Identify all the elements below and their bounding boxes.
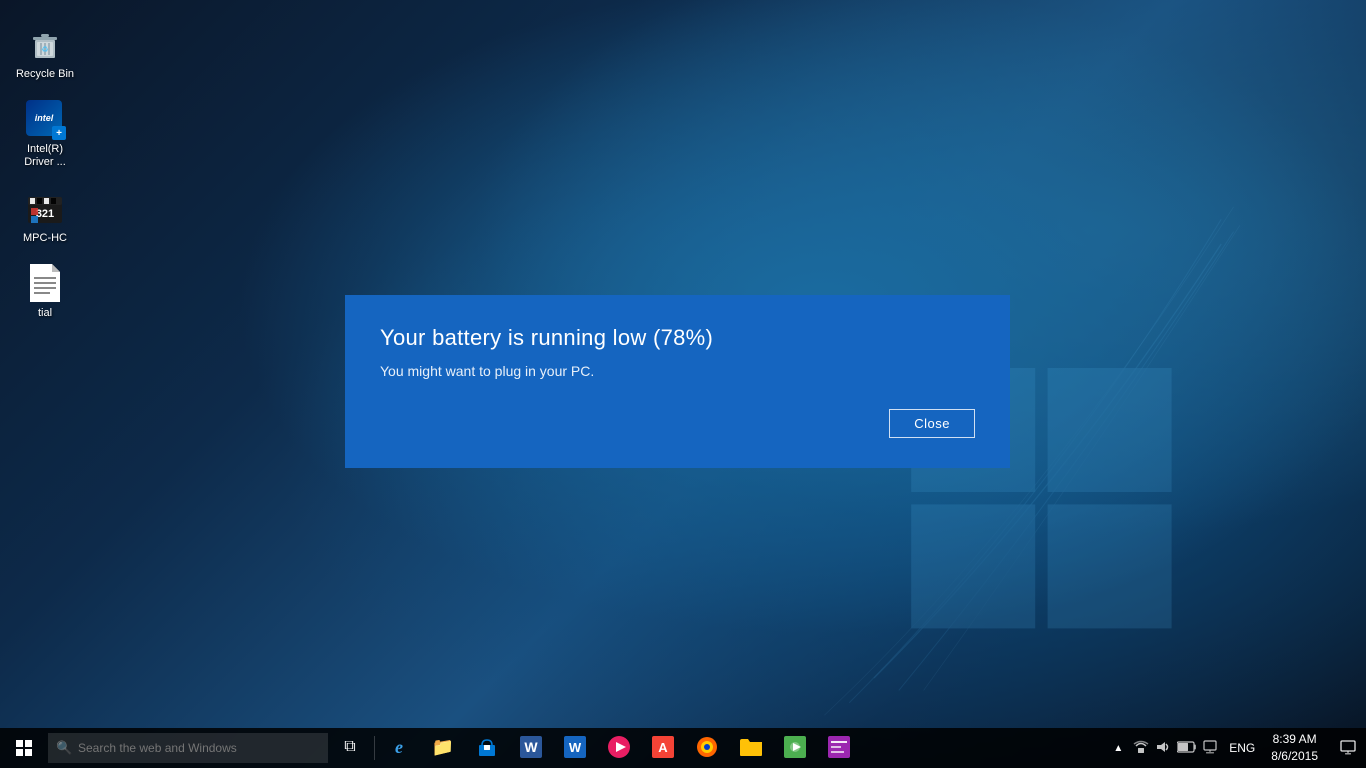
taskbar-divider (374, 736, 375, 760)
file-explorer-icon: 📁 (432, 737, 454, 758)
svg-text:W: W (569, 740, 582, 755)
taskbar: 🔍 ⧉ e 📁 W W (0, 728, 1366, 768)
task-view-icon: ⧉ (344, 738, 355, 756)
notification-body: You might want to plug in your PC. (380, 363, 975, 379)
action-center-icon[interactable] (1203, 740, 1217, 757)
mpc-hc-label: MPC-HC (23, 232, 67, 245)
windows-start-icon (16, 740, 32, 756)
notification-center-icon (1340, 740, 1356, 756)
taskbar-wordpad[interactable]: W (553, 728, 597, 768)
media-player-icon (608, 736, 630, 758)
adobe-icon: A (652, 736, 674, 758)
svg-text:♻: ♻ (41, 45, 48, 54)
recycle-bin-icon[interactable]: ♻ Recycle Bin (8, 20, 82, 85)
taskbar-folder[interactable] (729, 728, 773, 768)
battery-notification-dialog: Your battery is running low (78%) You mi… (345, 295, 1010, 468)
clock-date: 8/6/2015 (1271, 748, 1318, 765)
mpc-hc-image: 321 (25, 188, 65, 228)
folder-icon (739, 737, 763, 757)
volume-icon[interactable] (1155, 740, 1171, 757)
search-input[interactable] (48, 733, 328, 763)
tial-icon[interactable]: tial (8, 259, 82, 324)
svg-text:321: 321 (36, 208, 54, 220)
show-hidden-icons-button[interactable]: ▲ (1109, 743, 1127, 754)
notification-title: Your battery is running low (78%) (380, 325, 975, 351)
notification-actions: Close (380, 409, 975, 438)
clock-time: 8:39 AM (1273, 731, 1317, 748)
system-tray: ▲ (1101, 728, 1366, 768)
store-icon (477, 737, 497, 757)
taskbar-media[interactable] (597, 728, 641, 768)
taskbar-news[interactable] (817, 728, 861, 768)
taskbar-media2[interactable] (773, 728, 817, 768)
edge-icon: e (395, 737, 403, 758)
tial-image (25, 263, 65, 303)
taskbar-edge[interactable]: e (377, 728, 421, 768)
media2-icon (784, 736, 806, 758)
taskbar-word[interactable]: W (509, 728, 553, 768)
taskbar-firefox[interactable] (685, 728, 729, 768)
recycle-bin-image: ♻ (25, 24, 65, 64)
intel-driver-icon[interactable]: intel + Intel(R)Driver ... (8, 95, 82, 173)
taskbar-file-explorer[interactable]: 📁 (421, 728, 465, 768)
intel-driver-label: Intel(R)Driver ... (24, 143, 66, 169)
taskbar-task-view[interactable]: ⧉ (328, 728, 372, 768)
close-button[interactable]: Close (889, 409, 975, 438)
notification-center-button[interactable] (1330, 728, 1366, 768)
recycle-bin-label: Recycle Bin (16, 68, 74, 81)
desktop-icons-container: ♻ Recycle Bin intel + Intel(R)Driver ... (0, 10, 90, 334)
network-icon[interactable] (1133, 740, 1149, 757)
svg-text:A: A (658, 740, 668, 755)
taskbar-store[interactable] (465, 728, 509, 768)
svg-text:W: W (524, 739, 538, 755)
start-button[interactable] (0, 728, 48, 768)
word-icon: W (520, 736, 542, 758)
intel-driver-image: intel + (25, 99, 65, 139)
battery-icon[interactable] (1177, 741, 1197, 756)
mpc-hc-icon[interactable]: 321 MPC-HC (8, 184, 82, 249)
firefox-icon (696, 736, 718, 758)
news-icon (828, 736, 850, 758)
wordpad-icon: W (564, 736, 586, 758)
search-wrapper: 🔍 (48, 733, 328, 763)
language-indicator[interactable]: ENG (1225, 741, 1259, 755)
tial-label: tial (38, 307, 52, 320)
taskbar-adobe[interactable]: A (641, 728, 685, 768)
system-clock[interactable]: 8:39 AM 8/6/2015 (1259, 728, 1330, 768)
tray-icons-container: ▲ (1101, 740, 1225, 757)
